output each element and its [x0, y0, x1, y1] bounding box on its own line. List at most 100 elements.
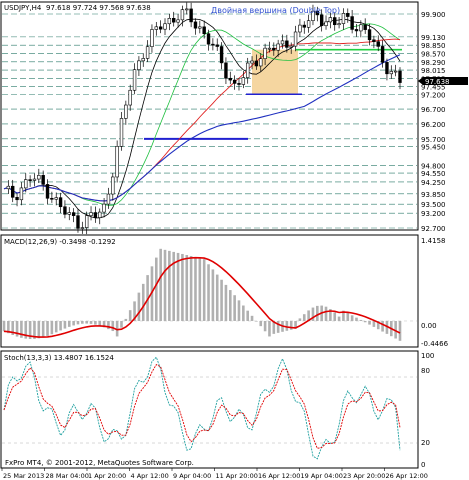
macd-bar	[220, 279, 223, 321]
candle-body	[154, 26, 159, 30]
candle-body	[132, 69, 137, 91]
stoch-level-0: 0	[421, 461, 425, 469]
trading-chart[interactable]: 99.90099.13098.85098.57098.29098.01597.7…	[0, 0, 469, 480]
macd-bar	[233, 295, 236, 321]
time-tick-label: 11 Apr 20:00	[216, 472, 258, 480]
macd-bar	[237, 300, 241, 321]
macd-bar	[63, 320, 67, 329]
time-tick-label: 23 Apr 20:00	[343, 472, 385, 480]
macd-bar	[398, 320, 402, 341]
candle-body	[167, 18, 172, 25]
time-tick-label: 25 Mar 2013	[3, 472, 44, 480]
price-tick-label: 96.700	[421, 106, 446, 114]
macd-bar	[189, 256, 193, 321]
pattern-label: Двойная вершина (Double Top)	[211, 6, 340, 15]
time-tick-label: 1 Apr 20:00	[88, 472, 126, 480]
macd-bar	[181, 253, 184, 321]
macd-bar	[381, 320, 384, 332]
macd-bar	[337, 316, 341, 321]
stoch-level-20: 20	[421, 439, 430, 447]
candle-body	[71, 212, 76, 216]
candle-body	[158, 26, 163, 30]
macd-bar	[124, 318, 128, 321]
candle-body	[80, 227, 85, 229]
macd-bar	[72, 320, 75, 326]
price-tick-label: 92.700	[421, 225, 446, 233]
time-tick-label: 28 Mar 04:00	[46, 472, 89, 480]
candle-body	[137, 60, 141, 70]
candle-body	[180, 9, 185, 21]
candle-body	[115, 146, 119, 178]
price-tick-label: 94.550	[421, 170, 446, 178]
stoch-level-100: 100	[421, 352, 434, 360]
macd-max-label: 1.4158	[421, 237, 446, 245]
macd-bar	[94, 320, 97, 325]
candle-body	[145, 46, 150, 59]
price-tick-label: 93.850	[421, 191, 446, 199]
macd-bar	[350, 315, 354, 321]
candle-body	[363, 24, 367, 30]
symbol-label: USDJPY,H4	[4, 4, 42, 12]
macd-bar	[250, 315, 254, 321]
macd-bar	[168, 250, 171, 321]
macd-bar	[268, 320, 271, 337]
macd-bar	[155, 257, 158, 321]
candle-body	[54, 197, 58, 200]
macd-bar	[41, 320, 45, 338]
candle-body	[37, 175, 41, 180]
macd-bar	[141, 283, 145, 321]
macd-bar	[242, 305, 245, 321]
candle-body	[63, 206, 67, 215]
price-tick-label: 97.200	[421, 91, 446, 99]
candle-body	[337, 23, 341, 26]
macd-bar	[224, 284, 228, 321]
price-tick-label: 99.900	[421, 11, 446, 19]
candle-body	[45, 184, 50, 199]
candle-body	[163, 23, 167, 30]
candle-body	[41, 175, 45, 185]
candle-body	[172, 18, 176, 23]
macd-bar	[285, 320, 289, 331]
candle-body	[285, 40, 289, 48]
candle-body	[124, 104, 128, 119]
macd-bar	[355, 317, 358, 321]
candle-body	[367, 29, 372, 41]
macd-bar	[246, 310, 249, 321]
price-tick-label: 93.200	[421, 210, 446, 218]
candle-body	[76, 215, 80, 229]
candle-body	[398, 70, 402, 83]
macd-bar	[368, 320, 371, 325]
candle-body	[202, 26, 206, 34]
macd-min-label: -0.4466	[421, 340, 449, 348]
macd-bar	[316, 305, 319, 321]
stoch-pane[interactable]	[0, 350, 419, 469]
candle-body	[28, 179, 32, 181]
candle-body	[393, 70, 398, 73]
price-tick-label: 95.450	[421, 143, 446, 151]
candle-body	[250, 60, 254, 64]
candle-body	[185, 8, 189, 11]
price-tick-label: 98.015	[421, 67, 446, 75]
macd-bar	[46, 320, 49, 336]
price-tick-label: 98.570	[421, 51, 446, 59]
candle-body	[302, 24, 306, 28]
price-tick-label: 98.290	[421, 59, 446, 67]
candle-body	[372, 39, 376, 42]
macd-bar	[81, 320, 84, 324]
ohlc-label: 97.618 97.724 97.568 97.638	[46, 4, 151, 12]
macd-bar	[107, 320, 110, 330]
price-tick-label: 99.130	[421, 34, 446, 42]
candle-body	[67, 212, 71, 215]
candle-body	[6, 185, 11, 190]
macd-bar	[215, 274, 219, 321]
macd-bar	[194, 257, 197, 321]
candle-body	[24, 179, 28, 189]
candle-body	[280, 40, 285, 45]
time-tick-label: 9 Apr 04:00	[173, 472, 211, 480]
candle-body	[11, 185, 15, 198]
candle-body	[93, 212, 98, 218]
candle-body	[380, 46, 385, 63]
macd-bar	[259, 320, 263, 327]
macd-bar	[372, 320, 376, 327]
candle-body	[385, 62, 389, 75]
